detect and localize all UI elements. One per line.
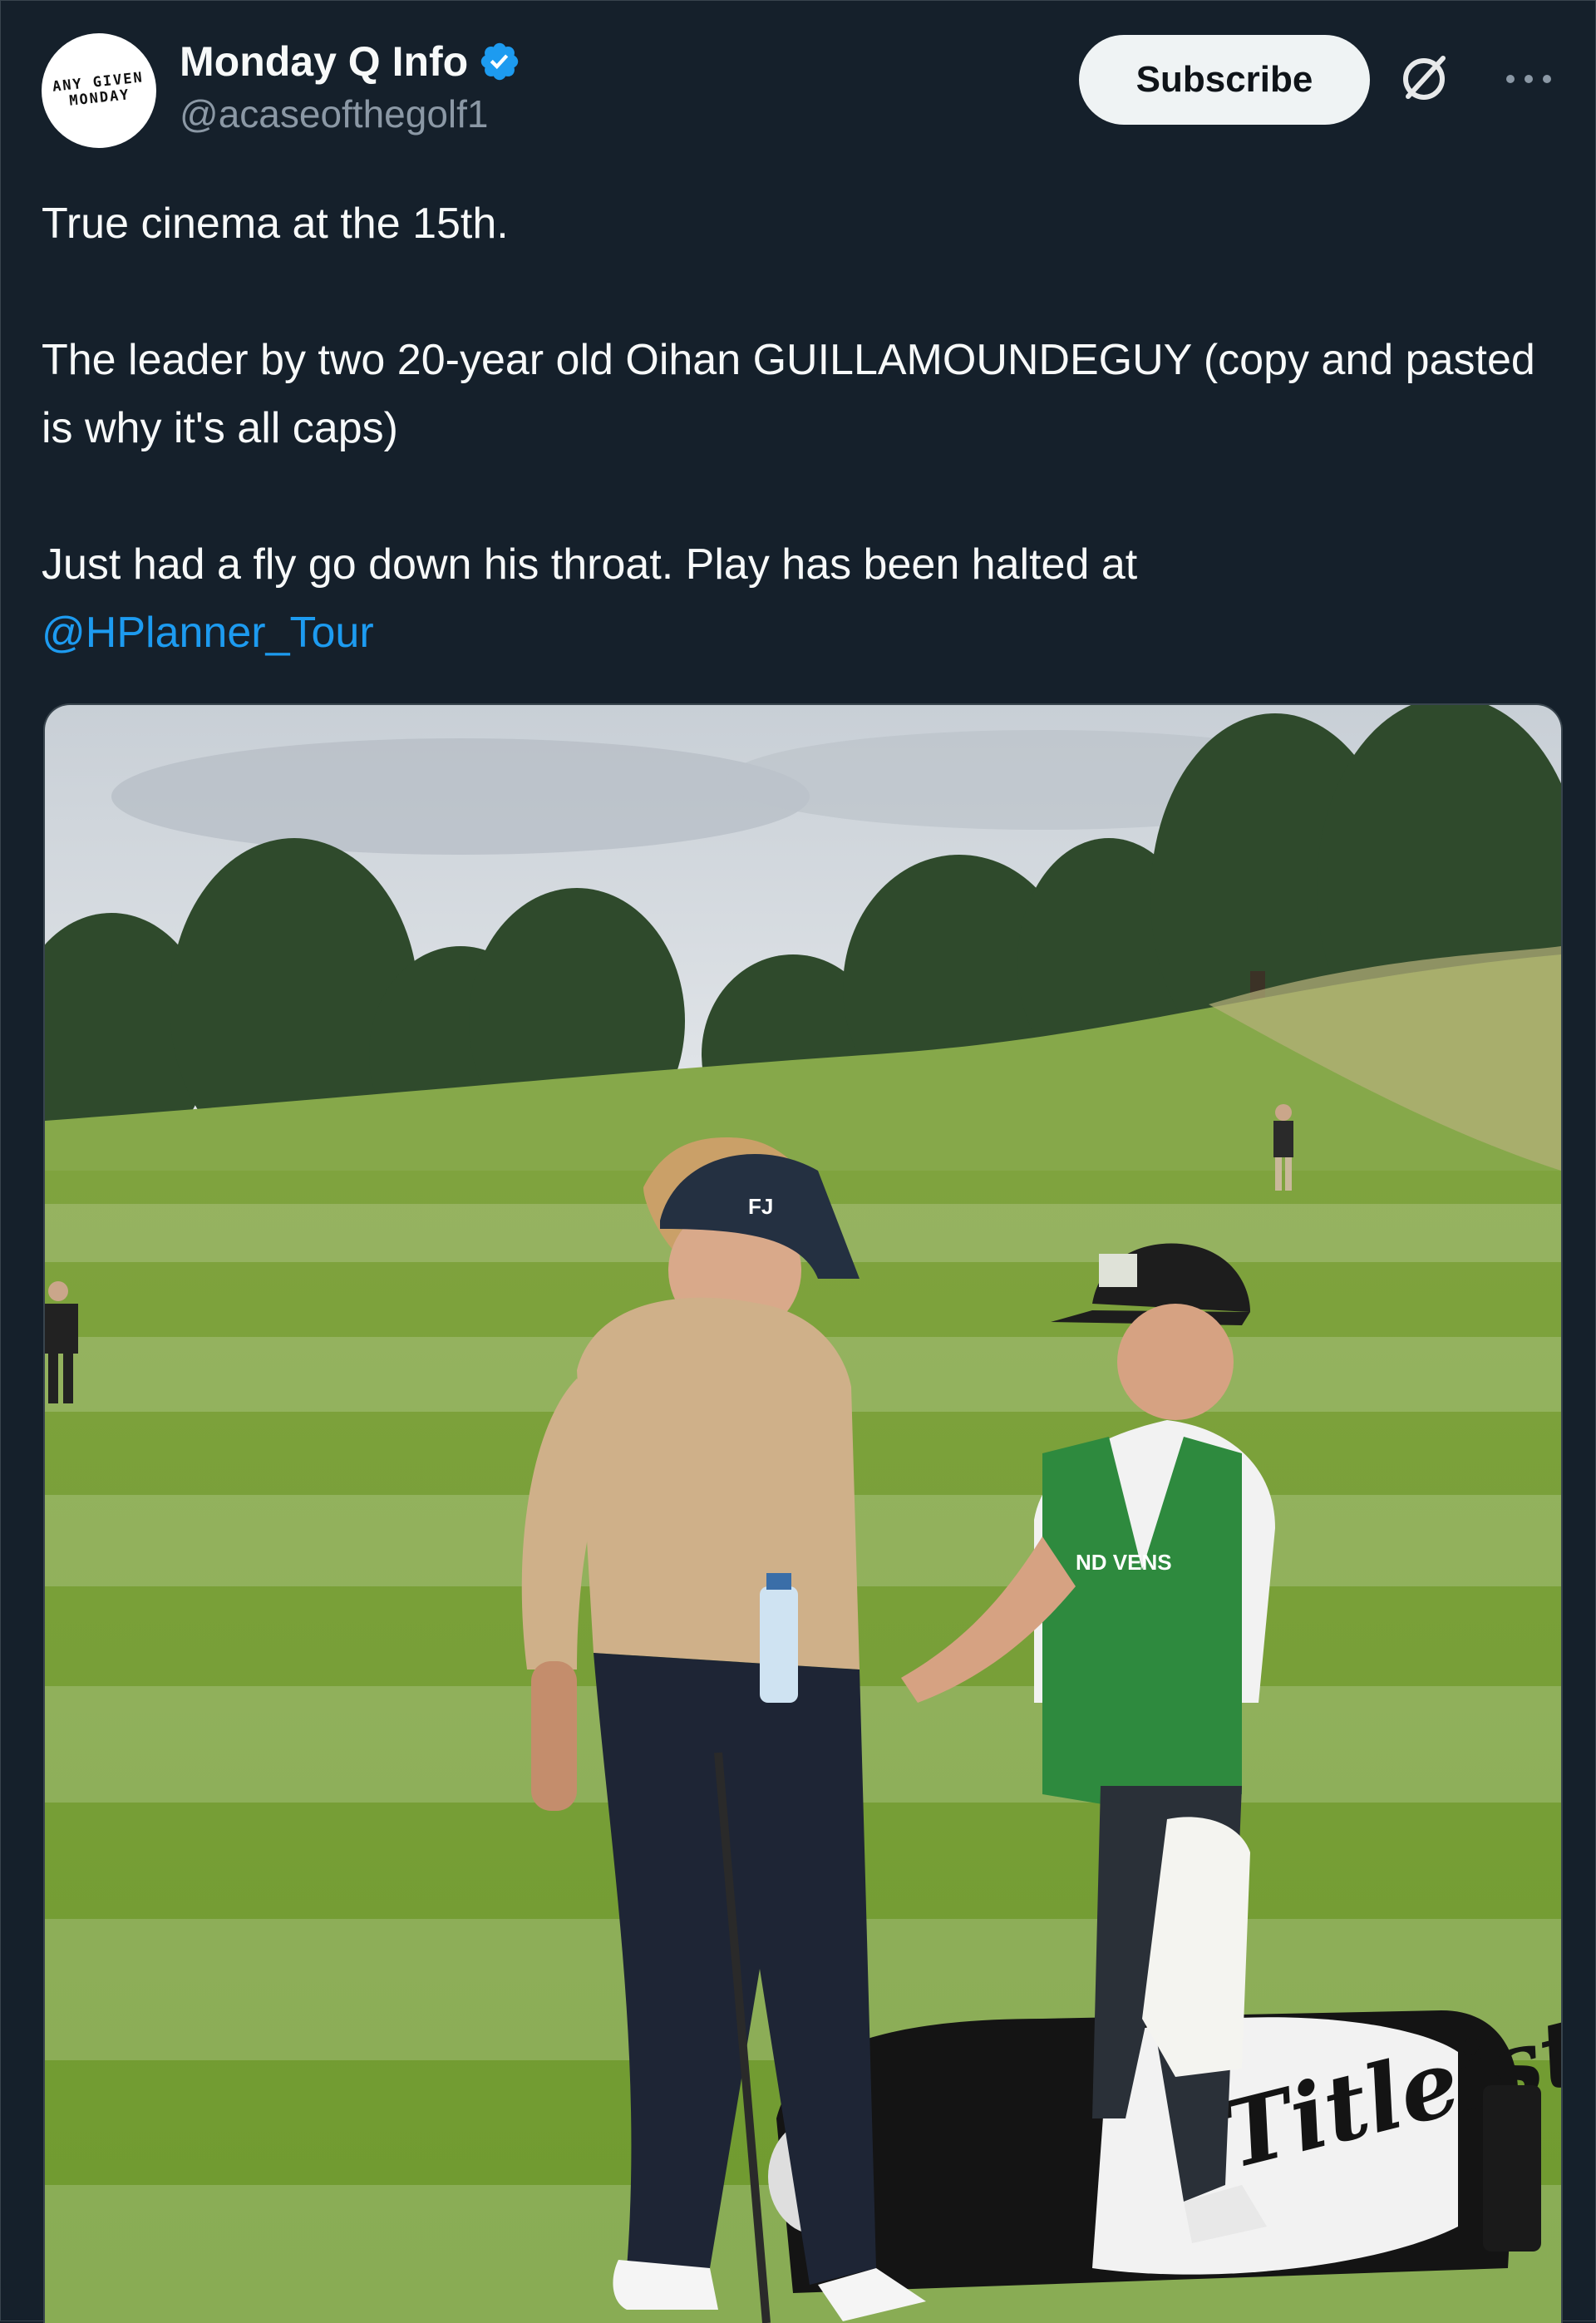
tweet-header: ANY GIVEN MONDAY Monday Q Info @acaseoft…	[42, 33, 1563, 166]
tweet-text: True cinema at the 15th. The leader by t…	[42, 190, 1554, 667]
display-name[interactable]: Monday Q Info	[180, 37, 468, 86]
tweet-photo[interactable]: Titleist FJ ND VENS	[43, 703, 1563, 2323]
cap-logo: FJ	[748, 1194, 773, 1219]
author-handle[interactable]: @acaseofthegolf1	[180, 91, 521, 136]
golf-course-photo: Titleist FJ ND VENS	[45, 705, 1561, 2323]
avatar[interactable]: ANY GIVEN MONDAY	[42, 33, 156, 148]
avatar-logo: ANY GIVEN MONDAY	[42, 33, 156, 148]
verified-badge-icon	[480, 42, 519, 81]
more-options-icon[interactable]	[1503, 67, 1554, 91]
tweet-line-3-text: Just had a fly go down his throat. Play …	[42, 540, 1138, 589]
caddie-bib-text: ND VENS	[1076, 1550, 1172, 1575]
grok-icon[interactable]	[1393, 48, 1455, 110]
tweet-line-1: True cinema at the 15th.	[42, 200, 509, 248]
mention-link[interactable]: @HPlanner_Tour	[42, 609, 374, 657]
tweet-line-3: Just had a fly go down his throat. Play …	[42, 530, 1554, 667]
tweet-line-2: The leader by two 20-year old Oihan GUIL…	[42, 336, 1535, 452]
subscribe-button[interactable]: Subscribe	[1079, 35, 1370, 125]
author-info: Monday Q Info @acaseofthegolf1	[180, 35, 521, 136]
water-bottle	[760, 1586, 798, 1703]
